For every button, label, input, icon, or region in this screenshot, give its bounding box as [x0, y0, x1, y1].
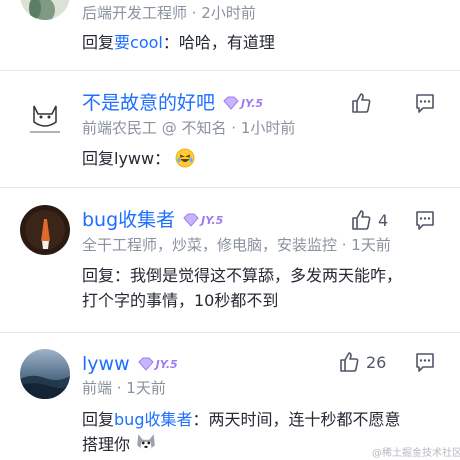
level-badge: JY.5 — [183, 211, 223, 229]
reply-button[interactable] — [414, 92, 436, 118]
comment-text: 回复要cool：哈哈，有道理 — [82, 33, 275, 52]
like-count: 26 — [366, 352, 387, 372]
like-button[interactable]: 4 — [350, 209, 388, 231]
divider — [0, 332, 460, 333]
reply-button[interactable] — [414, 351, 436, 377]
author-meta: 前端农民工 @ 不知名 · 1小时前 — [82, 119, 296, 137]
level-gem-icon — [183, 213, 199, 227]
mention-link[interactable]: 要cool — [114, 33, 163, 52]
thumbs-up-icon — [352, 210, 371, 230]
avatar[interactable] — [20, 92, 70, 142]
author-name[interactable]: bug收集者 — [82, 208, 175, 232]
author-meta: 全干工程师，炒菜，修电脑，安装监控 · 1天前 — [82, 236, 391, 254]
comment-icon — [416, 211, 434, 230]
comment-text: 回复lyww： — [82, 144, 195, 174]
comment-icon — [416, 94, 434, 113]
avatar[interactable] — [20, 205, 70, 255]
mention-link[interactable]: bug收集者 — [114, 410, 192, 429]
divider — [0, 187, 460, 188]
divider — [0, 70, 460, 71]
level-gem-icon — [137, 357, 154, 371]
like-count: 4 — [378, 210, 389, 230]
level-gem-icon — [223, 96, 239, 110]
author-meta: 后端开发工程师 · 2小时前 — [82, 4, 256, 22]
like-button[interactable] — [350, 92, 372, 114]
watermark: @稀土掘金技术社区 — [372, 448, 460, 459]
author-name[interactable]: 不是故意的好吧 — [82, 91, 215, 115]
thumbs-up-icon — [352, 93, 371, 113]
comment-icon — [416, 353, 434, 372]
level-badge: JY.5 — [137, 355, 178, 373]
level-badge: JY.5 — [223, 94, 263, 112]
author-meta: 前端 · 1天前 — [82, 379, 166, 397]
comment-text-line: 搭理你 — [82, 430, 157, 460]
avatar[interactable] — [20, 0, 70, 20]
comment-text-line: 打个字的事情，10秒都不到 — [82, 291, 279, 310]
avatar[interactable] — [20, 349, 70, 399]
rofl-emoji — [175, 148, 195, 168]
like-button[interactable]: 26 — [338, 351, 386, 373]
reply-button[interactable] — [414, 209, 436, 235]
thumbs-up-icon — [340, 352, 359, 372]
author-name[interactable]: lyww — [82, 352, 130, 376]
husky-dog-emoji — [137, 434, 155, 451]
